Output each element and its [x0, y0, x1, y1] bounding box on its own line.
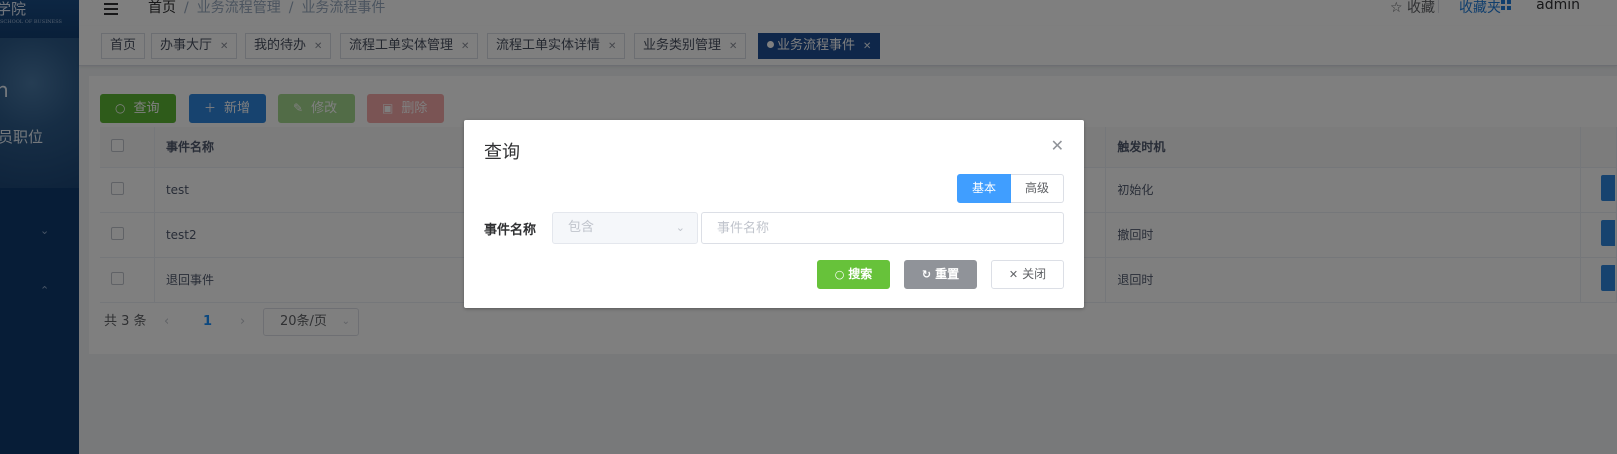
reset-button[interactable]: ↻ 重置: [904, 260, 977, 289]
close-icon[interactable]: ✕: [1051, 136, 1064, 155]
reset-label: 重置: [935, 267, 960, 281]
refresh-icon: ↻: [921, 268, 932, 281]
chevron-down-icon: ⌄: [675, 221, 685, 234]
search-label: 搜索: [848, 267, 873, 281]
dialog-title: 查询: [484, 142, 520, 163]
query-mode-switch: 基本 高级: [956, 174, 1064, 203]
close-icon: ✕: [1008, 268, 1019, 281]
mode-basic-button[interactable]: 基本: [956, 174, 1011, 203]
close-button[interactable]: ✕ 关闭: [991, 260, 1064, 289]
query-dialog: 查询 ✕ 基本 高级 事件名称 包含⌄ ○搜索 ↻重置 ✕关闭: [464, 120, 1084, 308]
close-label: 关闭: [1022, 267, 1047, 281]
mode-advanced-button[interactable]: 高级: [1010, 174, 1064, 203]
event-name-input[interactable]: [701, 212, 1064, 244]
field-label: 事件名称: [484, 223, 537, 238]
search-button[interactable]: ○ 搜索: [817, 260, 890, 289]
operator-select[interactable]: 包含 ⌄: [552, 212, 698, 244]
search-icon: ○: [834, 268, 845, 281]
operator-placeholder: 包含: [568, 220, 595, 235]
